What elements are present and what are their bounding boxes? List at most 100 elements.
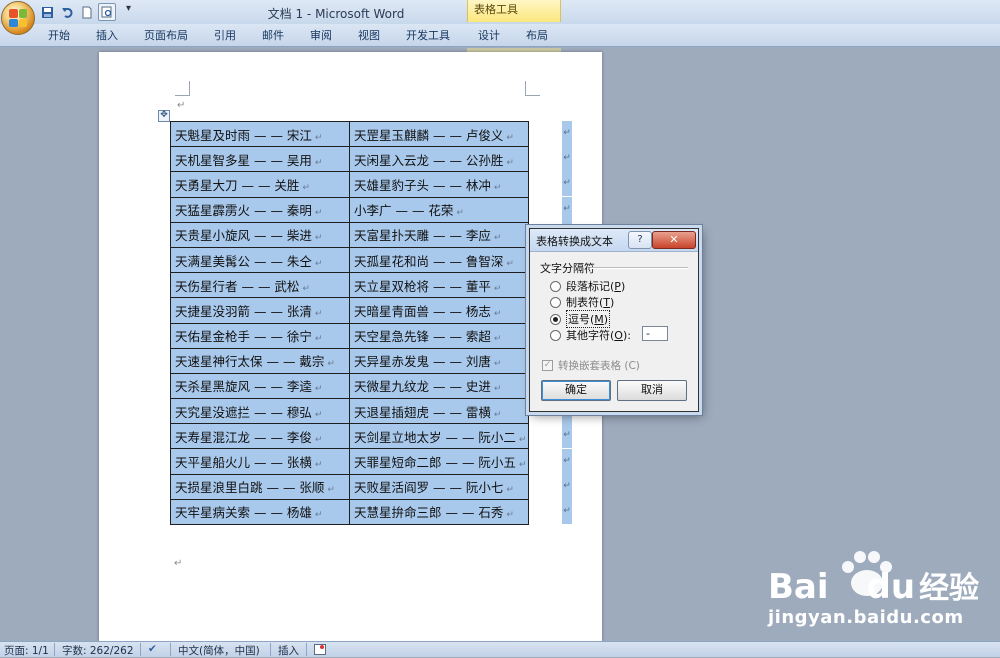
cell-end-mark: ↵: [314, 208, 323, 219]
customize-toolbar-icon[interactable]: ▾: [126, 3, 131, 21]
radio-paragraph-marks[interactable]: 段落标记 (P): [550, 278, 625, 294]
tab-view[interactable]: 视图: [358, 27, 380, 43]
document-table[interactable]: 天魁星及时雨 — — 宋江 ↵ 天罡星玉麒麟 — — 卢俊义 ↵ 天机星智多星 — — …: [170, 120, 529, 526]
undo-icon[interactable]: [58, 3, 76, 21]
print-preview-icon[interactable]: [98, 3, 116, 21]
table-row[interactable]: 天损星浪里白跳 — — 张顺 ↵ 天败星活阎罗 — — 阮小七 ↵: [170, 473, 529, 500]
table-row[interactable]: 天平星船火儿 — — 张横 ↵ 天罪星短命二郎 — — 阮小五 ↵: [170, 448, 529, 475]
table-cell-right[interactable]: 天微星九纹龙 — — 史进 ↵: [349, 372, 529, 400]
tab-references[interactable]: 引用: [214, 27, 236, 43]
cell-end-mark: ↵: [518, 460, 527, 471]
cell-end-mark: ↵: [302, 182, 310, 193]
separator-group-label: 文字分隔符: [540, 262, 595, 275]
table-cell-right[interactable]: 天暗星青面兽 — — 杨志 ↵: [349, 297, 529, 324]
table-cell-right[interactable]: 天罡星玉麒麟 — — 卢俊义 ↵: [349, 120, 529, 148]
cell-end-mark: ↵: [314, 308, 323, 319]
row-end-mark: ↵: [562, 499, 572, 524]
cell-end-mark: ↵: [314, 384, 323, 395]
ok-button[interactable]: 确定: [541, 380, 611, 401]
tab-page-layout[interactable]: 页面布局: [144, 27, 188, 43]
tab-design[interactable]: 设计: [478, 27, 500, 43]
radio-other-character[interactable]: 其他字符 (O):: [550, 327, 631, 343]
table-cell-right[interactable]: 天剑星立地太岁 — — 阮小二 ↵: [349, 423, 529, 450]
table-cell-left[interactable]: 天佑星金枪手 — — 徐宁 ↵: [170, 322, 350, 349]
table-cell-right[interactable]: 天异星赤发鬼 — — 刘唐 ↵: [349, 347, 529, 374]
radio-button-selected[interactable]: [550, 313, 561, 325]
radio-button[interactable]: [550, 296, 561, 308]
table-cell-right[interactable]: 天空星急先锋 — — 索超 ↵: [349, 322, 529, 349]
table-row[interactable]: 天魁星及时雨 — — 宋江 ↵ 天罡星玉麒麟 — — 卢俊义 ↵: [170, 120, 529, 148]
table-cell-left[interactable]: 天杀星黑旋风 — — 李逵 ↵: [170, 372, 350, 400]
table-row[interactable]: 天究星没遮拦 — — 穆弘 ↵ 天退星插翅虎 — — 雷横 ↵: [170, 398, 529, 425]
table-cell-right[interactable]: 天闲星入云龙 — — 公孙胜 ↵: [349, 146, 529, 173]
table-cell-left[interactable]: 天魁星及时雨 — — 宋江 ↵: [170, 120, 350, 148]
table-cell-left[interactable]: 天损星浪里白跳 — — 张顺 ↵: [170, 473, 350, 500]
watermark-brand-2: du: [866, 567, 916, 607]
tab-review[interactable]: 审阅: [310, 27, 332, 43]
tab-layout[interactable]: 布局: [526, 27, 548, 43]
row-end-mark: ↵: [562, 423, 572, 449]
table-cell-right[interactable]: 天罪星短命二郎 — — 阮小五 ↵: [349, 448, 529, 475]
tab-developer[interactable]: 开发工具: [406, 27, 450, 43]
radio-button[interactable]: [550, 280, 561, 292]
table-row[interactable]: 天捷星没羽箭 — — 张清 ↵ 天暗星青面兽 — — 杨志 ↵: [170, 297, 529, 324]
table-cell-right[interactable]: 天退星插翅虎 — — 雷横 ↵: [349, 398, 529, 425]
table-cell-right[interactable]: 天慧星拚命三郎 — — 石秀 ↵: [349, 498, 529, 526]
table-cell-right[interactable]: 天孤星花和尚 — — 鲁智深 ↵: [349, 246, 529, 274]
table-cell-left[interactable]: 天平星船火儿 — — 张横 ↵: [170, 448, 350, 475]
dialog-title-bar[interactable]: 表格转换成文本 ? ✕: [530, 229, 698, 252]
table-cell-right[interactable]: 天立星双枪将 — — 董平 ↵: [349, 272, 529, 299]
table-row[interactable]: 天佑星金枪手 — — 徐宁 ↵ 天空星急先锋 — — 索超 ↵: [170, 322, 529, 349]
table-row[interactable]: 天机星智多星 — — 吴用 ↵ 天闲星入云龙 — — 公孙胜 ↵: [170, 146, 529, 173]
table-row[interactable]: 天速星神行太保 — — 戴宗 ↵ 天异星赤发鬼 — — 刘唐 ↵: [170, 347, 529, 374]
table-cell-left[interactable]: 天究星没遮拦 — — 穆弘 ↵: [170, 398, 350, 425]
table-cell-right[interactable]: 天败星活阎罗 — — 阮小七 ↵: [349, 473, 529, 500]
table-cell-left[interactable]: 天贵星小旋风 — — 柴进 ↵: [170, 221, 350, 248]
radio-button[interactable]: [550, 329, 561, 341]
office-button[interactable]: [1, 1, 35, 35]
cell-end-mark: ↵: [314, 132, 323, 143]
table-tools-context-label: 表格工具: [467, 0, 561, 22]
table-cell-left[interactable]: 天速星神行太保 — — 戴宗 ↵: [170, 347, 350, 374]
table-cell-left[interactable]: 天寿星混江龙 — — 李俊 ↵: [170, 423, 350, 450]
table-row[interactable]: 天寿星混江龙 — — 李俊 ↵ 天剑星立地太岁 — — 阮小二 ↵: [170, 423, 529, 450]
document-page[interactable]: ↵ ✥ 天魁星及时雨 — — 宋江 ↵ 天罡星玉麒麟 — — 卢俊义 ↵ 天机星智多星 …: [99, 52, 602, 642]
table-move-handle-icon[interactable]: ✥: [158, 110, 170, 122]
window-title: 文档 1 - Microsoft Word: [267, 7, 405, 21]
table-row[interactable]: 天杀星黑旋风 — — 李逵 ↵ 天微星九纹龙 — — 史进 ↵: [170, 372, 529, 400]
proofing-check-icon[interactable]: ✔: [148, 643, 157, 655]
table-cell-left[interactable]: 天捷星没羽箭 — — 张清 ↵: [170, 297, 350, 324]
watermark-url: jingyan.baidu.com: [768, 607, 964, 628]
table-cell-left[interactable]: 天伤星行者 — — 武松 ↵: [170, 272, 350, 299]
tab-mailings[interactable]: 邮件: [262, 27, 284, 43]
table-row[interactable]: 天牢星病关索 — — 杨雄 ↵ 天慧星拚命三郎 — — 石秀 ↵: [170, 498, 529, 526]
dialog-title: 表格转换成文本: [536, 235, 613, 248]
cell-end-mark: ↵: [506, 510, 514, 521]
table-row[interactable]: 天满星美髯公 — — 朱仝 ↵ 天孤星花和尚 — — 鲁智深 ↵: [170, 246, 529, 274]
new-document-icon[interactable]: [78, 3, 96, 21]
radio-commas[interactable]: 逗号(M): [550, 310, 611, 328]
table-cell-left[interactable]: 天勇星大刀 — — 关胜 ↵: [170, 171, 350, 198]
table-row[interactable]: 天伤星行者 — — 武松 ↵ 天立星双枪将 — — 董平 ↵: [170, 272, 529, 299]
table-row[interactable]: 天勇星大刀 — — 关胜 ↵ 天雄星豹子头 — — 林冲 ↵: [170, 171, 529, 198]
tab-insert[interactable]: 插入: [96, 27, 118, 43]
save-icon[interactable]: [38, 3, 56, 21]
close-button[interactable]: ✕: [652, 231, 696, 249]
crop-mark-top-right: [525, 81, 540, 96]
tab-home[interactable]: 开始: [48, 27, 70, 43]
table-row[interactable]: 天贵星小旋风 — — 柴进 ↵ 天富星扑天雕 — — 李应 ↵: [170, 221, 529, 248]
table-cell-right[interactable]: 小李广 — — 花荣 ↵: [349, 196, 529, 223]
cancel-button[interactable]: 取消: [617, 380, 687, 401]
table-cell-left[interactable]: 天猛星霹雳火 — — 秦明 ↵: [170, 196, 350, 223]
help-button[interactable]: ?: [628, 231, 652, 249]
table-cell-left[interactable]: 天牢星病关索 — — 杨雄 ↵: [170, 498, 350, 526]
other-character-input[interactable]: -: [642, 326, 668, 341]
baidu-jingyan-watermark: Bai du 经验 jingyan.baidu.com: [768, 545, 992, 635]
table-cell-right[interactable]: 天富星扑天雕 — — 李应 ↵: [349, 221, 529, 248]
table-cell-right[interactable]: 天雄星豹子头 — — 林冲 ↵: [349, 171, 529, 198]
table-cell-left[interactable]: 天机星智多星 — — 吴用 ↵: [170, 146, 350, 173]
radio-tabs[interactable]: 制表符 (T): [550, 294, 614, 310]
row-end-mark: ↵: [562, 448, 572, 474]
table-cell-left[interactable]: 天满星美髯公 — — 朱仝 ↵: [170, 246, 350, 274]
table-row[interactable]: 天猛星霹雳火 — — 秦明 ↵ 小李广 — — 花荣 ↵: [170, 196, 529, 223]
